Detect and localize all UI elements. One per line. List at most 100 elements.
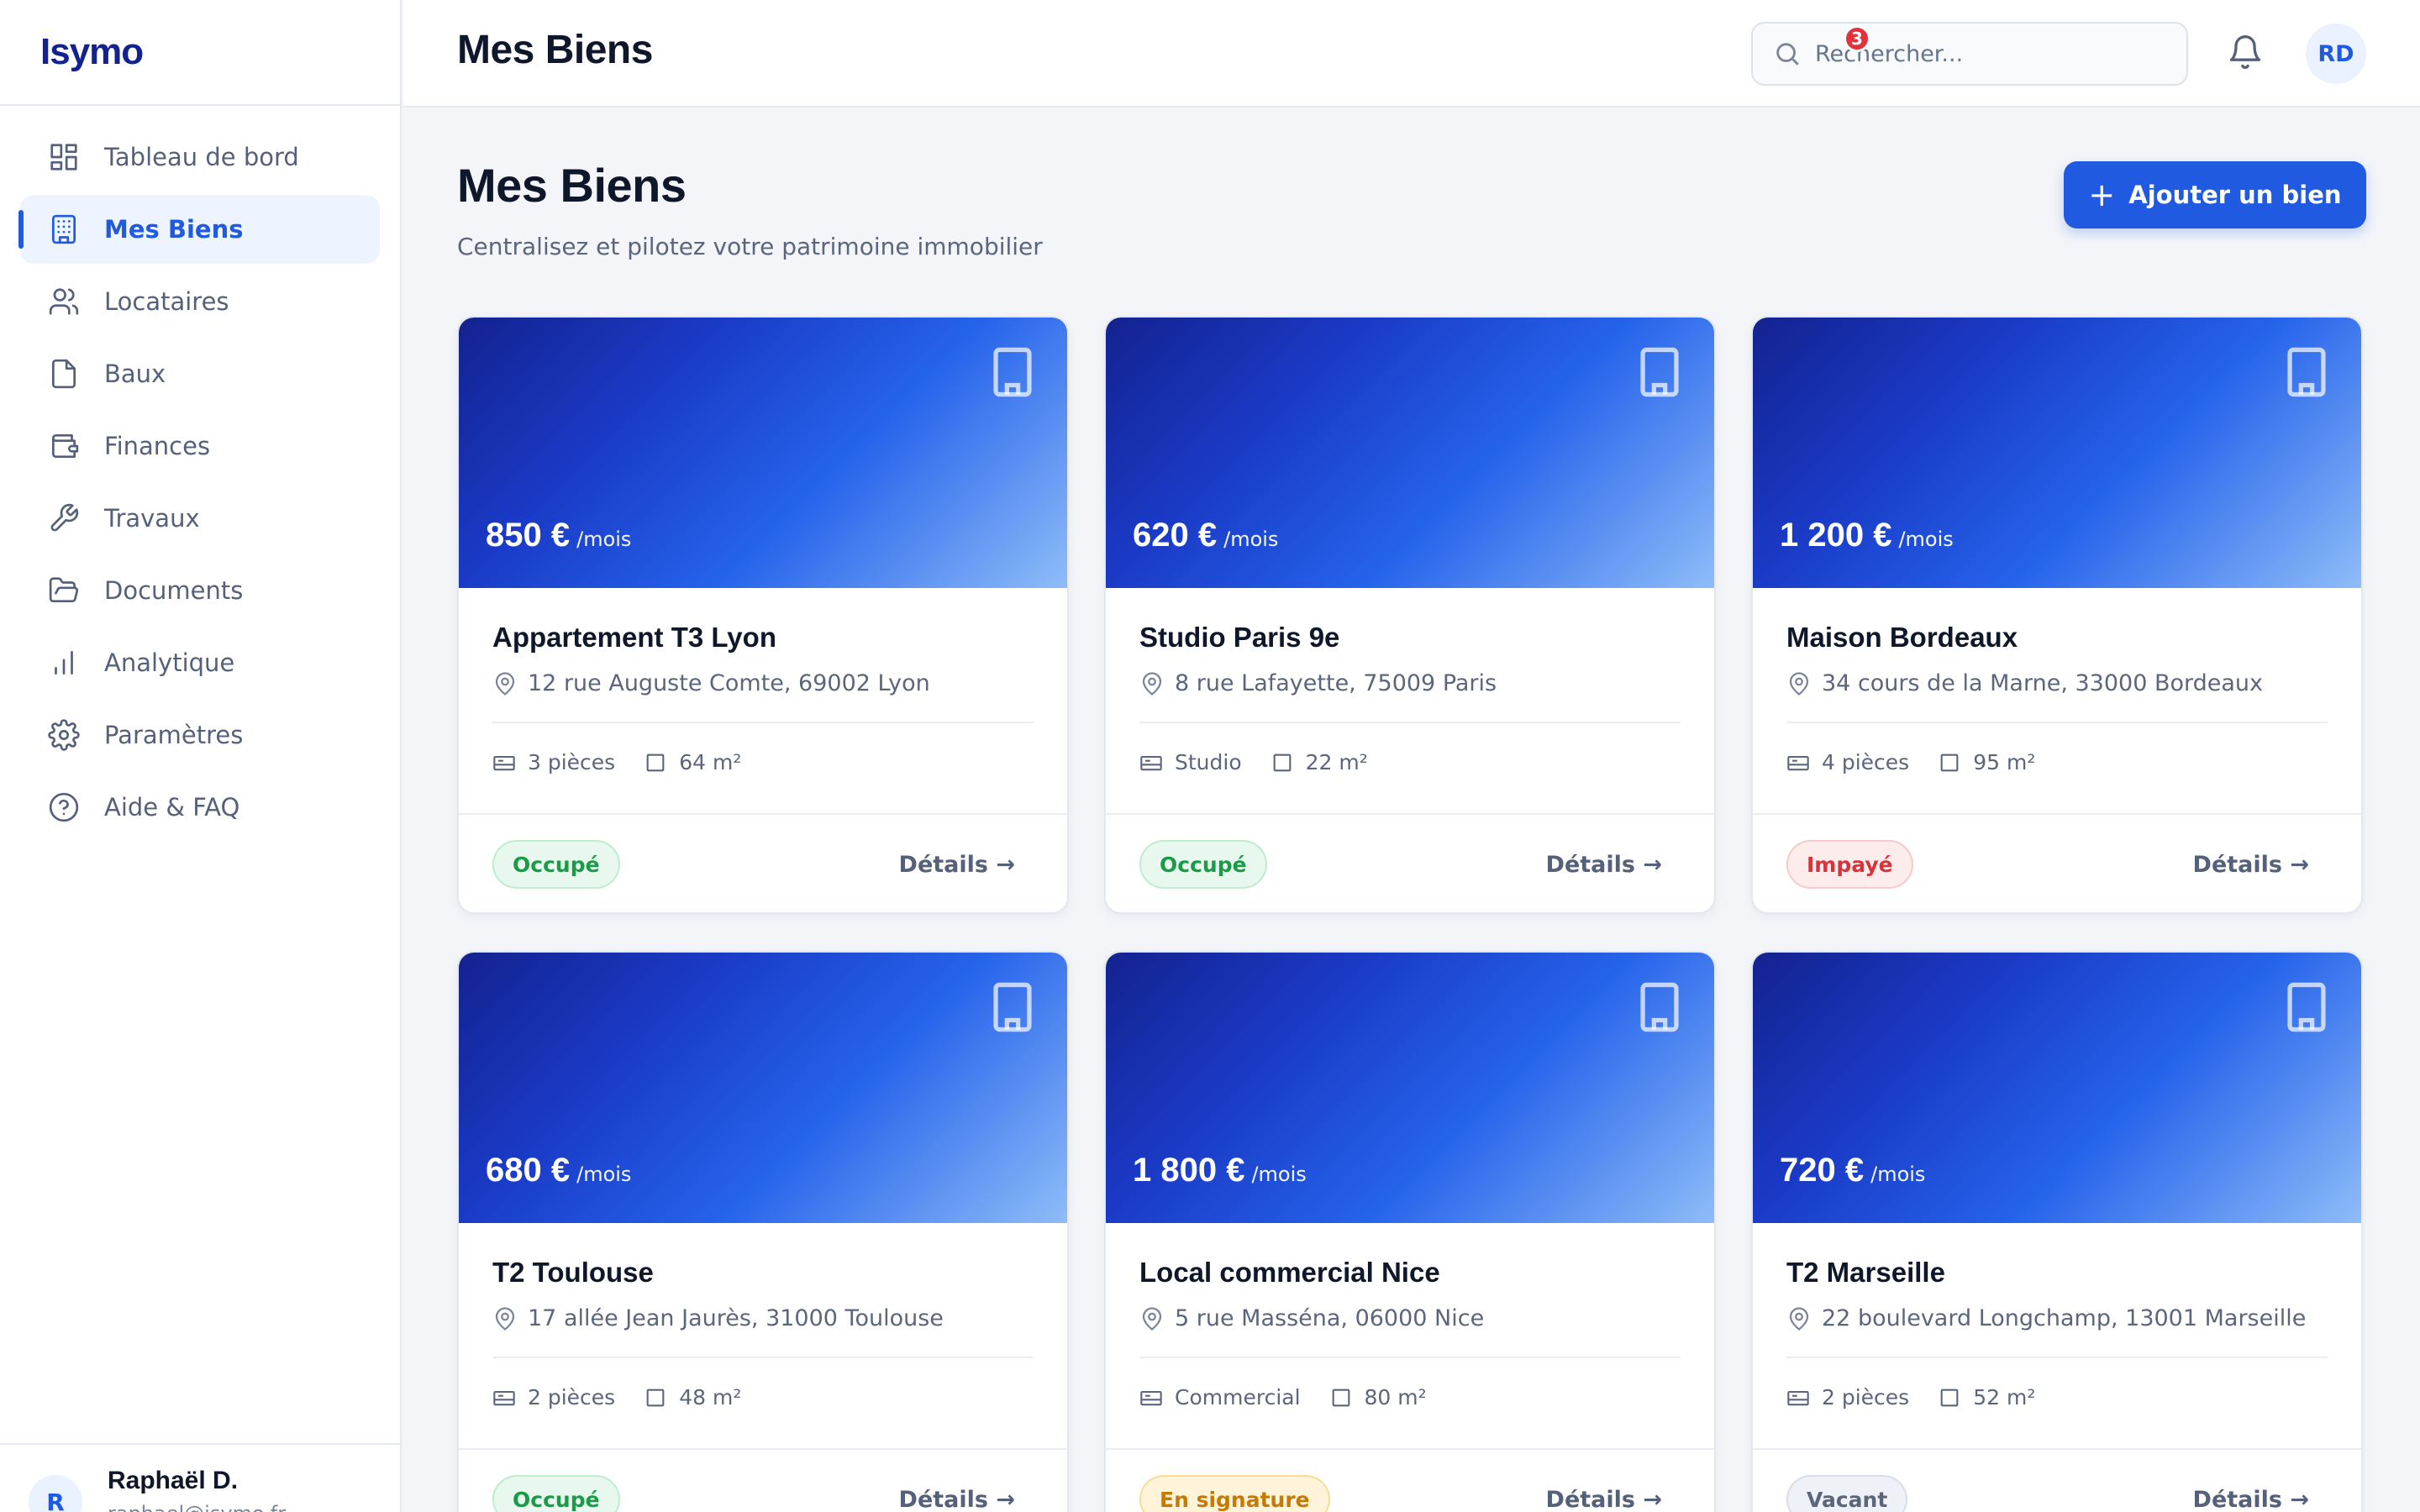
user-profile[interactable]: R Raphaël D. raphael@isymo.fr xyxy=(0,1443,400,1512)
property-card[interactable]: 1 200 € /mois Maison Bordeaux 34 cours de… xyxy=(1751,316,2363,914)
map-pin-icon xyxy=(1142,1306,1162,1331)
app-logo[interactable]: Isymo xyxy=(40,31,144,73)
page-title: Mes Biens xyxy=(457,159,687,212)
building-icon xyxy=(990,981,1035,1033)
price-unit: /mois xyxy=(1870,1163,1926,1186)
users-icon xyxy=(47,285,81,318)
property-meta: 2 pièces 48 m² xyxy=(492,1385,1034,1410)
sidebar-item-label: Analytique xyxy=(104,648,235,677)
address-text: 12 rue Auguste Comte, 69002 Lyon xyxy=(528,670,930,696)
property-price: 680 €/mois xyxy=(486,1152,631,1189)
plus-icon: + xyxy=(2088,176,2116,213)
gear-icon xyxy=(47,718,81,752)
property-card[interactable]: 1 800 € /mois Local commercial Nice 5 rue… xyxy=(1104,951,1716,1512)
property-price: 720 €/mois xyxy=(1780,1152,1925,1189)
rooms-text: 3 pièces xyxy=(528,750,616,774)
details-link[interactable]: Détails → xyxy=(2193,1487,2309,1512)
add-property-label: Ajouter un bien xyxy=(2128,181,2342,209)
search-icon xyxy=(1776,43,1799,66)
map-pin-icon xyxy=(495,671,515,696)
status-badge: Occupé xyxy=(1139,840,1267,889)
sidebar-item-mes-biens[interactable]: Mes Biens xyxy=(18,195,380,264)
sidebar-item-label: Baux xyxy=(104,360,166,388)
address-text: 22 boulevard Longchamp, 13001 Marseille xyxy=(1822,1305,2307,1331)
property-address: 12 rue Auguste Comte, 69002 Lyon xyxy=(492,670,1034,696)
rooms-text: 4 pièces xyxy=(1822,750,1910,774)
price-value: 850 € xyxy=(486,517,571,554)
property-footer: Impayé Détails → xyxy=(1753,815,2361,912)
property-card[interactable]: 720 €/mois T2 Marseille 22 boulevard Lon… xyxy=(1751,951,2363,1512)
details-link[interactable]: Détails → xyxy=(899,1487,1015,1512)
bed-icon xyxy=(1787,755,1809,770)
details-link[interactable]: Détails → xyxy=(1546,1487,1662,1512)
property-name: Appartement T3 Lyon xyxy=(492,622,776,653)
area-icon xyxy=(1940,1389,1959,1406)
property-card[interactable]: 620 €/mois Studio Paris 9e 8 rue Lafayet… xyxy=(1104,316,1716,914)
property-banner: 620 €/mois xyxy=(1106,318,1714,588)
area-text: 95 m² xyxy=(1973,750,2036,774)
divider xyxy=(1786,1357,2328,1358)
sidebar-item-documents[interactable]: Documents xyxy=(20,556,380,625)
bell-icon xyxy=(2229,35,2261,69)
area-text: 64 m² xyxy=(679,750,742,774)
property-footer: En signature Détails → xyxy=(1106,1450,1714,1512)
property-card[interactable]: 850 €/mois Appartement T3 Lyon 12 rue Au… xyxy=(457,316,1069,914)
building-icon xyxy=(1637,346,1682,398)
user-name: Raphaël D. xyxy=(108,1467,239,1494)
area-icon xyxy=(646,753,665,771)
property-meta: Commercial 80 m² xyxy=(1139,1385,1681,1410)
divider xyxy=(492,722,1034,723)
property-info: T2 Toulouse 17 allée Jean Jaurès, 31000 … xyxy=(459,1223,1067,1450)
folder-icon xyxy=(47,574,81,607)
map-pin-icon xyxy=(1789,671,1809,696)
sidebar-item-locataires[interactable]: Locataires xyxy=(20,267,380,336)
sidebar-item-label: Mes Biens xyxy=(104,215,244,244)
notifications-button[interactable] xyxy=(2227,34,2267,74)
divider xyxy=(492,1357,1034,1358)
sidebar-item-travaux[interactable]: Travaux xyxy=(20,484,380,553)
bed-icon xyxy=(493,755,515,770)
sidebar-item-label: Documents xyxy=(104,576,244,605)
price-unit: /mois xyxy=(1223,528,1279,551)
rooms-text: 2 pièces xyxy=(1822,1385,1910,1410)
divider xyxy=(1139,722,1681,723)
status-badge: Occupé xyxy=(492,840,620,889)
property-banner: 1 800 € /mois xyxy=(1106,953,1714,1223)
map-pin-icon xyxy=(495,1306,515,1331)
property-price: 1 200 € /mois xyxy=(1780,517,1954,554)
sidebar-item-analytique[interactable]: Analytique xyxy=(20,628,380,697)
property-meta: 2 pièces 52 m² xyxy=(1786,1385,2328,1410)
building-icon xyxy=(2284,981,2329,1033)
property-info: Appartement T3 Lyon 12 rue Auguste Comte… xyxy=(459,588,1067,815)
property-footer: Vacant Détails → xyxy=(1753,1450,2361,1512)
property-card[interactable]: 680 €/mois T2 Toulouse 17 allée Jean Jau… xyxy=(457,951,1069,1512)
price-unit: /mois xyxy=(576,1163,632,1186)
divider xyxy=(1786,722,2328,723)
search-box[interactable] xyxy=(1751,22,2188,86)
sidebar-item-aide[interactable]: Aide & FAQ xyxy=(20,773,380,842)
details-link[interactable]: Détails → xyxy=(1546,852,1662,878)
sidebar-item-baux[interactable]: Baux xyxy=(20,339,380,408)
help-icon xyxy=(47,790,81,824)
page-header: Mes Biens Centralisez et pilotez votre p… xyxy=(457,158,1043,260)
property-info: Maison Bordeaux 34 cours de la Marne, 33… xyxy=(1753,588,2361,815)
add-property-button[interactable]: + Ajouter un bien xyxy=(2064,161,2366,228)
avatar[interactable]: RD xyxy=(2306,24,2366,84)
property-name: T2 Toulouse xyxy=(492,1257,654,1288)
property-footer: Occupé Détails → xyxy=(459,815,1067,912)
price-value: 680 € xyxy=(486,1152,571,1189)
details-link[interactable]: Détails → xyxy=(899,852,1015,878)
sidebar-item-dashboard[interactable]: Tableau de bord xyxy=(20,123,380,192)
sidebar-item-label: Aide & FAQ xyxy=(104,793,240,822)
details-link[interactable]: Détails → xyxy=(2193,852,2309,878)
sidebar-item-finances[interactable]: Finances xyxy=(20,412,380,480)
area-icon xyxy=(646,1389,665,1406)
sidebar-item-parametres[interactable]: Paramètres xyxy=(20,701,380,769)
property-banner: 850 €/mois xyxy=(459,318,1067,588)
sidebar-item-label: Travaux xyxy=(104,504,200,533)
price-value: 1 800 € xyxy=(1133,1152,1245,1189)
user-avatar: R xyxy=(29,1475,82,1512)
bed-icon xyxy=(1140,755,1162,770)
area-icon xyxy=(1273,753,1292,771)
area-text: 80 m² xyxy=(1364,1385,1427,1410)
